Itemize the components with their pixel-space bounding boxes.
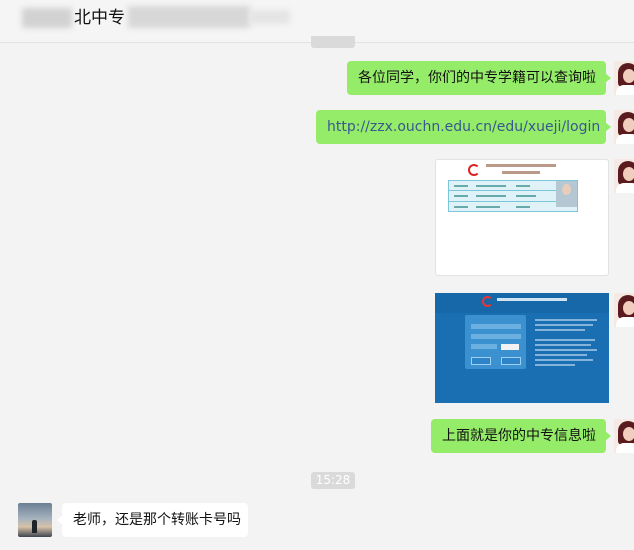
message-bubble-sent[interactable]: 各位同学，你们的中专学籍可以查询啦 (347, 61, 611, 95)
avatar-me[interactable] (614, 293, 634, 327)
message-text: 老师，还是那个转账卡号吗 (73, 512, 241, 528)
message-bubble-sent-link[interactable]: http://zzx.ouchn.edu.cn/edu/xueji/login (316, 110, 611, 144)
avatar-me[interactable] (614, 110, 634, 144)
chat-title: 北中专 (74, 8, 125, 28)
avatar-me[interactable] (614, 61, 634, 95)
blurred-title-part (128, 6, 250, 28)
blurred-title-part (250, 10, 290, 24)
timestamp-partial (311, 36, 355, 48)
blurred-title-part (22, 8, 72, 28)
message-bubble-received[interactable]: 老师，还是那个转账卡号吗 (57, 503, 248, 537)
avatar-me[interactable] (614, 159, 634, 193)
avatar-other[interactable] (18, 503, 52, 537)
school-logo-icon (482, 296, 493, 307)
message-text: 上面就是你的中专信息啦 (442, 428, 596, 444)
image-message-login-page[interactable] (435, 293, 609, 403)
message-timestamp: 15:28 (311, 472, 355, 489)
message-text: 各位同学，你们的中专学籍可以查询啦 (358, 70, 596, 86)
image-message-student-record[interactable] (435, 159, 609, 276)
message-link[interactable]: http://zzx.ouchn.edu.cn/edu/xueji/login (327, 119, 600, 135)
school-logo-icon (468, 164, 480, 176)
avatar-me[interactable] (614, 419, 634, 453)
chat-window: 北中专 各位同学，你们的中专学籍可以查询啦 http://zzx.ouchn.e… (0, 0, 634, 550)
message-bubble-sent[interactable]: 上面就是你的中专信息啦 (431, 419, 611, 453)
